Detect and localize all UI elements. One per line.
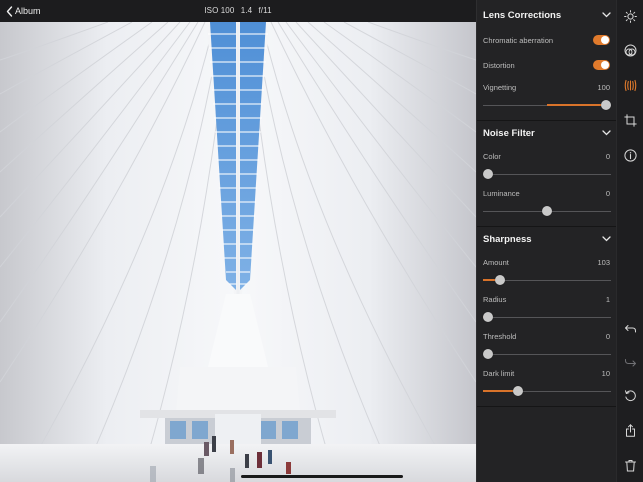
exif-info: ISO 100 1.4 f/11 [0, 6, 476, 15]
redo-icon [625, 359, 636, 367]
lens-corrections-title: Lens Corrections [483, 9, 562, 21]
share-icon [626, 424, 635, 437]
noise-color-slider[interactable] [483, 169, 611, 179]
dark-limit-slider[interactable] [483, 386, 611, 396]
amount-value: 103 [597, 258, 610, 267]
slider-knob[interactable] [483, 169, 493, 179]
radius-slider[interactable] [483, 312, 611, 322]
color-balls-icon [624, 44, 637, 57]
lens-correction-icon [624, 79, 637, 92]
sharpness-title: Sharpness [483, 233, 532, 245]
reset-icon [625, 390, 636, 401]
sharpness-header[interactable]: Sharpness [483, 231, 611, 247]
home-indicator [241, 475, 403, 478]
exif-iso: ISO 100 [204, 6, 235, 15]
exif-aperture: f/11 [258, 6, 272, 15]
slider-knob[interactable] [494, 275, 505, 285]
dark-limit-label: Dark limit [483, 369, 515, 378]
exif-shutter: 1.4 [240, 6, 253, 15]
tool-sidebar [616, 0, 643, 482]
noise-color-value: 0 [605, 152, 610, 161]
slider-knob[interactable] [483, 312, 494, 322]
slider-knob[interactable] [483, 349, 493, 359]
dark-limit-value: 10 [601, 369, 610, 378]
delete-button[interactable] [623, 458, 638, 473]
distortion-label: Distortion [483, 61, 515, 70]
color-tool[interactable] [623, 43, 638, 58]
threshold-label: Threshold [483, 332, 517, 341]
divider [477, 120, 617, 121]
redo-button[interactable] [623, 354, 638, 369]
slider-knob[interactable] [601, 100, 611, 110]
vignetting-label: Vignetting [483, 83, 517, 92]
info-tool[interactable] [623, 148, 638, 163]
amount-slider[interactable] [483, 275, 611, 285]
sun-icon [624, 10, 637, 23]
photo-image [0, 22, 476, 482]
info-icon [624, 149, 637, 162]
light-tool[interactable] [623, 9, 638, 24]
crop-tool[interactable] [623, 113, 638, 128]
divider [477, 226, 617, 227]
undo-button[interactable] [623, 321, 638, 336]
radius-value: 1 [605, 295, 610, 304]
chromatic-aberration-toggle[interactable] [593, 35, 610, 45]
luminance-value: 0 [605, 189, 610, 198]
reset-button[interactable] [623, 388, 638, 403]
threshold-slider[interactable] [483, 349, 611, 359]
divider [477, 406, 617, 407]
threshold-value: 0 [605, 332, 610, 341]
lens-tool-active[interactable] [623, 78, 638, 93]
radius-label: Radius [483, 295, 507, 304]
slider-knob[interactable] [542, 206, 552, 216]
chevron-down-icon [602, 130, 611, 136]
amount-label: Amount [483, 258, 509, 267]
undo-icon [625, 325, 636, 333]
noise-color-label: Color [483, 152, 501, 161]
luminance-slider[interactable] [483, 206, 611, 216]
noise-filter-title: Noise Filter [483, 127, 535, 139]
chromatic-aberration-label: Chromatic aberration [483, 36, 554, 45]
crop-icon [624, 114, 637, 127]
slider-knob[interactable] [512, 386, 523, 396]
luminance-label: Luminance [483, 189, 520, 198]
chevron-down-icon [602, 12, 611, 18]
vignetting-value: 100 [597, 83, 610, 92]
lens-corrections-header[interactable]: Lens Corrections [483, 7, 611, 23]
top-bar: Album ISO 100 1.4 f/11 [0, 0, 476, 22]
distortion-toggle[interactable] [593, 60, 610, 70]
adjustments-panel: Lens Corrections Chromatic aberration Di… [476, 0, 617, 482]
noise-filter-header[interactable]: Noise Filter [483, 125, 611, 141]
photo-canvas[interactable] [0, 22, 476, 482]
delete-icon [625, 460, 636, 472]
chevron-down-icon [602, 236, 611, 242]
vignetting-slider[interactable] [483, 100, 611, 110]
share-button[interactable] [623, 423, 638, 438]
